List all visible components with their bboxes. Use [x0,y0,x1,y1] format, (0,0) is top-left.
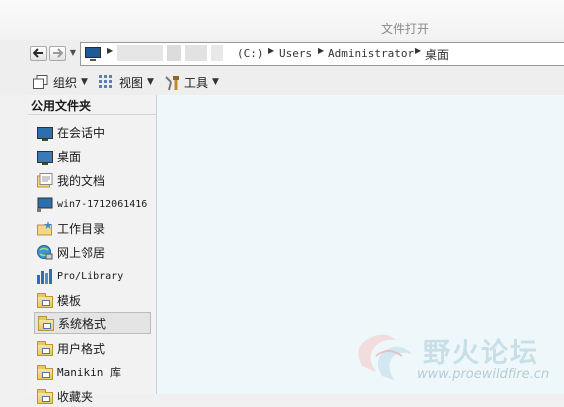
computer-icon [37,197,53,212]
watermark-url: www.proewildfire.cn [417,367,550,382]
tools-label: 工具 [184,75,209,90]
redacted-segment [167,45,181,61]
sidebar-item-label: 我的文档 [57,173,106,188]
chevron-down-icon: ▼ [212,77,219,87]
chevron-down-icon: ▼ [147,77,154,87]
documents-icon [37,172,53,188]
folder-icon [37,293,53,308]
address-row: ▼ ▶ (C:) ▶ Users ▶ Administrator ▶ 桌面 [0,40,564,68]
arrow-right-icon [53,48,63,58]
sidebar-item-system-formats[interactable]: 系统格式 [34,312,151,334]
sidebar-item-templates[interactable]: 模板 [34,289,152,311]
sidebar-item-pro-library[interactable]: Pro/Library [34,265,152,287]
organize-label: 组织 [53,75,78,90]
sidebar-item-desktop[interactable]: 桌面 [34,145,152,167]
library-icon [37,268,53,284]
computer-icon [85,47,101,61]
chevron-right-icon: ▶ [318,46,325,55]
monitor-icon [37,127,53,141]
view-label: 视图 [119,75,144,90]
organize-icon [33,75,48,89]
folder-icon [38,316,54,331]
desktop-icon [37,151,53,165]
chevron-down-icon: ▼ [81,77,88,87]
sidebar: 公用文件夹 在会话中 桌面 我的文档 win7-1712061416 工作目录 … [28,95,156,404]
sidebar-item-my-documents[interactable]: 我的文档 [34,169,152,191]
sidebar-item-user-formats[interactable]: 用户格式 [34,337,152,359]
chevron-right-icon: ▶ [107,46,114,55]
sidebar-item-label: 桌面 [57,149,82,164]
history-dropdown-button[interactable]: ▼ [68,46,78,59]
address-bar[interactable]: ▶ (C:) ▶ Users ▶ Administrator ▶ 桌面 [80,42,564,66]
organize-button[interactable]: 组织 ▼ [33,73,88,91]
watermark-text: 野火论坛 [423,338,539,369]
redacted-segment [117,45,163,61]
sidebar-item-label: win7-1712061416 [57,198,148,210]
crumb-drive[interactable]: (C:) [237,47,264,60]
view-button[interactable]: 视图 ▼ [99,73,154,91]
sidebar-item-label: 模板 [57,293,82,308]
network-icon [37,244,53,260]
sidebar-item-label: Manikin 库 [57,366,121,379]
sidebar-item-label: 系统格式 [58,316,107,331]
working-dir-icon [37,220,53,236]
sidebar-item-favorites[interactable]: 收藏夹 [34,385,152,407]
sidebar-item-label: Pro/Library [57,270,124,282]
sidebar-item-working-directory[interactable]: 工作目录 [34,217,152,239]
title-bar: 文件打开 [0,0,564,41]
sidebar-item-label: 用户格式 [57,341,106,356]
chevron-right-icon: ▶ [415,46,422,55]
redacted-segment [211,45,223,61]
watermark-logo-icon [358,334,412,380]
tools-icon [164,75,179,91]
back-button[interactable] [30,46,47,61]
crumb-users[interactable]: Users [279,47,312,60]
tools-button[interactable]: 工具 ▼ [164,73,219,91]
sidebar-item-computer[interactable]: win7-1712061416 [34,193,152,215]
sidebar-item-network[interactable]: 网上邻居 [34,241,152,263]
sidebar-item-manikin-library[interactable]: Manikin 库 [34,361,152,383]
sidebar-item-label: 工作目录 [57,221,106,236]
sidebar-item-label: 在会话中 [57,125,106,140]
arrow-left-icon [33,48,43,58]
sidebar-item-in-session[interactable]: 在会话中 [34,121,152,143]
window-title: 文件打开 [381,22,430,36]
sidebar-item-label: 收藏夹 [57,389,94,404]
folder-icon [37,365,53,380]
chevron-right-icon: ▶ [268,46,275,55]
divider [28,114,156,115]
crumb-administrator[interactable]: Administrator [328,47,414,60]
redacted-segment [185,45,207,61]
crumb-desktop[interactable]: 桌面 [425,46,449,63]
sidebar-header: 公用文件夹 [31,99,92,113]
folder-icon [37,341,53,356]
sidebar-item-label: 网上邻居 [57,245,106,260]
view-grid-icon [99,75,114,89]
toolbar: 组织 ▼ 视图 ▼ 工具 ▼ [0,68,564,95]
forward-button[interactable] [49,46,66,61]
